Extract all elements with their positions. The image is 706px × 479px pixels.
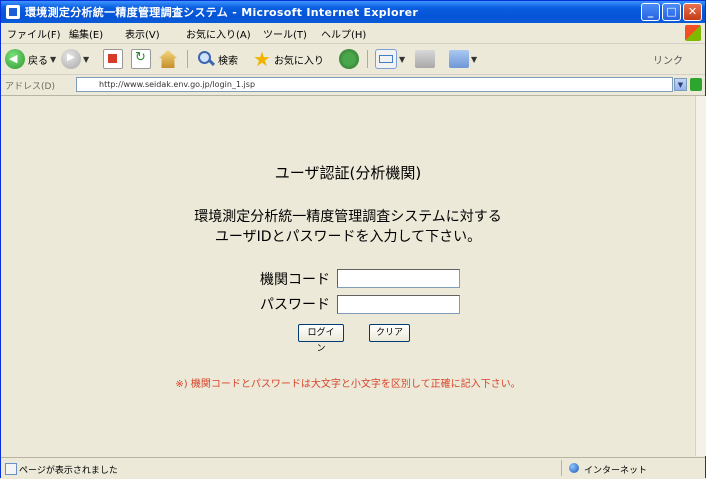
home-button[interactable] bbox=[159, 48, 177, 70]
search-button[interactable]: 検索 bbox=[195, 48, 238, 70]
links-label: リンク bbox=[653, 55, 683, 67]
search-label: 検索 bbox=[218, 55, 238, 67]
favorites-label: お気に入り bbox=[273, 55, 324, 67]
menu-file[interactable]: ファイル(F) bbox=[7, 26, 61, 41]
history-button[interactable] bbox=[339, 48, 359, 70]
internet-zone-icon bbox=[569, 463, 579, 473]
back-button[interactable]: 戻る ▼ bbox=[5, 48, 56, 70]
menu-view[interactable]: 表示(V) bbox=[125, 26, 160, 41]
browser-window: 環境測定分析統一精度管理調査システム - Microsoft Internet … bbox=[0, 0, 706, 479]
vertical-scrollbar[interactable] bbox=[695, 96, 706, 456]
org-code-label: 機関コード bbox=[260, 272, 330, 288]
chevron-down-icon: ▼ bbox=[83, 54, 90, 64]
minimize-button[interactable]: _ bbox=[641, 3, 660, 21]
links-button[interactable]: リンク bbox=[653, 48, 683, 70]
printer-icon bbox=[415, 50, 435, 68]
maximize-button[interactable]: □ bbox=[662, 3, 681, 21]
edit-page-icon bbox=[449, 50, 469, 68]
menu-edit[interactable]: 編集(E) bbox=[69, 26, 103, 41]
page-content: ユーザ認証(分析機関) 環境測定分析統一精度管理調査システムに対する ユーザID… bbox=[2, 96, 694, 456]
toolbar: 戻る ▼ ▼ 検索 ★ お気に入り ▼ bbox=[1, 44, 705, 75]
stop-icon bbox=[103, 49, 123, 69]
address-bar: アドレス(D) http://www.seidak.env.go.jp/logi… bbox=[1, 75, 705, 96]
page-done-icon bbox=[5, 463, 17, 475]
edit-button[interactable]: ▼ bbox=[449, 48, 477, 70]
search-icon bbox=[195, 49, 215, 69]
windows-logo-icon bbox=[685, 25, 701, 41]
favorites-button[interactable]: ★ お気に入り bbox=[253, 48, 324, 70]
toolbar-divider bbox=[367, 50, 368, 68]
page-title: ユーザ認証(分析機関) bbox=[274, 164, 422, 182]
stop-button[interactable] bbox=[103, 48, 123, 70]
star-icon: ★ bbox=[253, 47, 271, 71]
login-button[interactable]: ログイン bbox=[298, 324, 344, 354]
instruction-line-1: 環境測定分析統一精度管理調査システムに対する bbox=[194, 209, 502, 225]
home-icon bbox=[159, 50, 177, 68]
forward-button[interactable]: ▼ bbox=[61, 48, 89, 70]
mail-button[interactable]: ▼ bbox=[375, 48, 405, 70]
case-sensitivity-note: ※) 機関コードとパスワードは大文字と小文字を区別して正確に記入下さい。 bbox=[175, 379, 521, 390]
chevron-down-icon: ▼ bbox=[471, 54, 478, 64]
chevron-down-icon: ▼ bbox=[399, 54, 406, 64]
window-title: 環境測定分析統一精度管理調査システム - Microsoft Internet … bbox=[25, 6, 419, 19]
menu-favorites[interactable]: お気に入り(A) bbox=[186, 26, 251, 41]
instruction-line-2: ユーザIDとパスワードを入力して下さい。 bbox=[214, 229, 482, 245]
refresh-icon bbox=[131, 49, 151, 69]
print-button[interactable] bbox=[415, 48, 435, 70]
status-bar: ページが表示されました インターネット bbox=[1, 457, 705, 479]
close-button[interactable]: ✕ bbox=[683, 3, 702, 21]
back-arrow-icon bbox=[5, 49, 25, 69]
mail-icon bbox=[375, 49, 397, 69]
password-label: パスワード bbox=[260, 297, 330, 313]
address-input[interactable]: http://www.seidak.env.go.jp/login_1.jsp bbox=[76, 77, 673, 92]
chevron-down-icon: ▼ bbox=[50, 54, 57, 64]
menu-bar: ファイル(F) 編集(E) 表示(V) お気に入り(A) ツール(T) ヘルプ(… bbox=[1, 23, 705, 44]
forward-arrow-icon bbox=[61, 49, 81, 69]
address-dropdown-button[interactable]: ▼ bbox=[674, 78, 687, 91]
address-label: アドレス(D) bbox=[5, 82, 55, 92]
security-zone-label: インターネット bbox=[584, 466, 648, 476]
menu-help[interactable]: ヘルプ(H) bbox=[321, 26, 366, 41]
history-icon bbox=[339, 49, 359, 69]
toolbar-divider bbox=[187, 50, 188, 68]
refresh-button[interactable] bbox=[131, 48, 151, 70]
title-bar[interactable]: 環境測定分析統一精度管理調査システム - Microsoft Internet … bbox=[1, 1, 705, 23]
menu-tools[interactable]: ツール(T) bbox=[263, 26, 307, 41]
clear-button[interactable]: クリア bbox=[369, 324, 410, 342]
status-text: ページが表示されました bbox=[19, 466, 118, 476]
back-label: 戻る bbox=[28, 55, 48, 67]
org-code-input[interactable] bbox=[337, 269, 460, 288]
password-input[interactable] bbox=[337, 295, 460, 314]
ie-app-icon bbox=[6, 5, 20, 19]
go-button[interactable] bbox=[690, 78, 702, 91]
status-divider bbox=[561, 460, 562, 476]
